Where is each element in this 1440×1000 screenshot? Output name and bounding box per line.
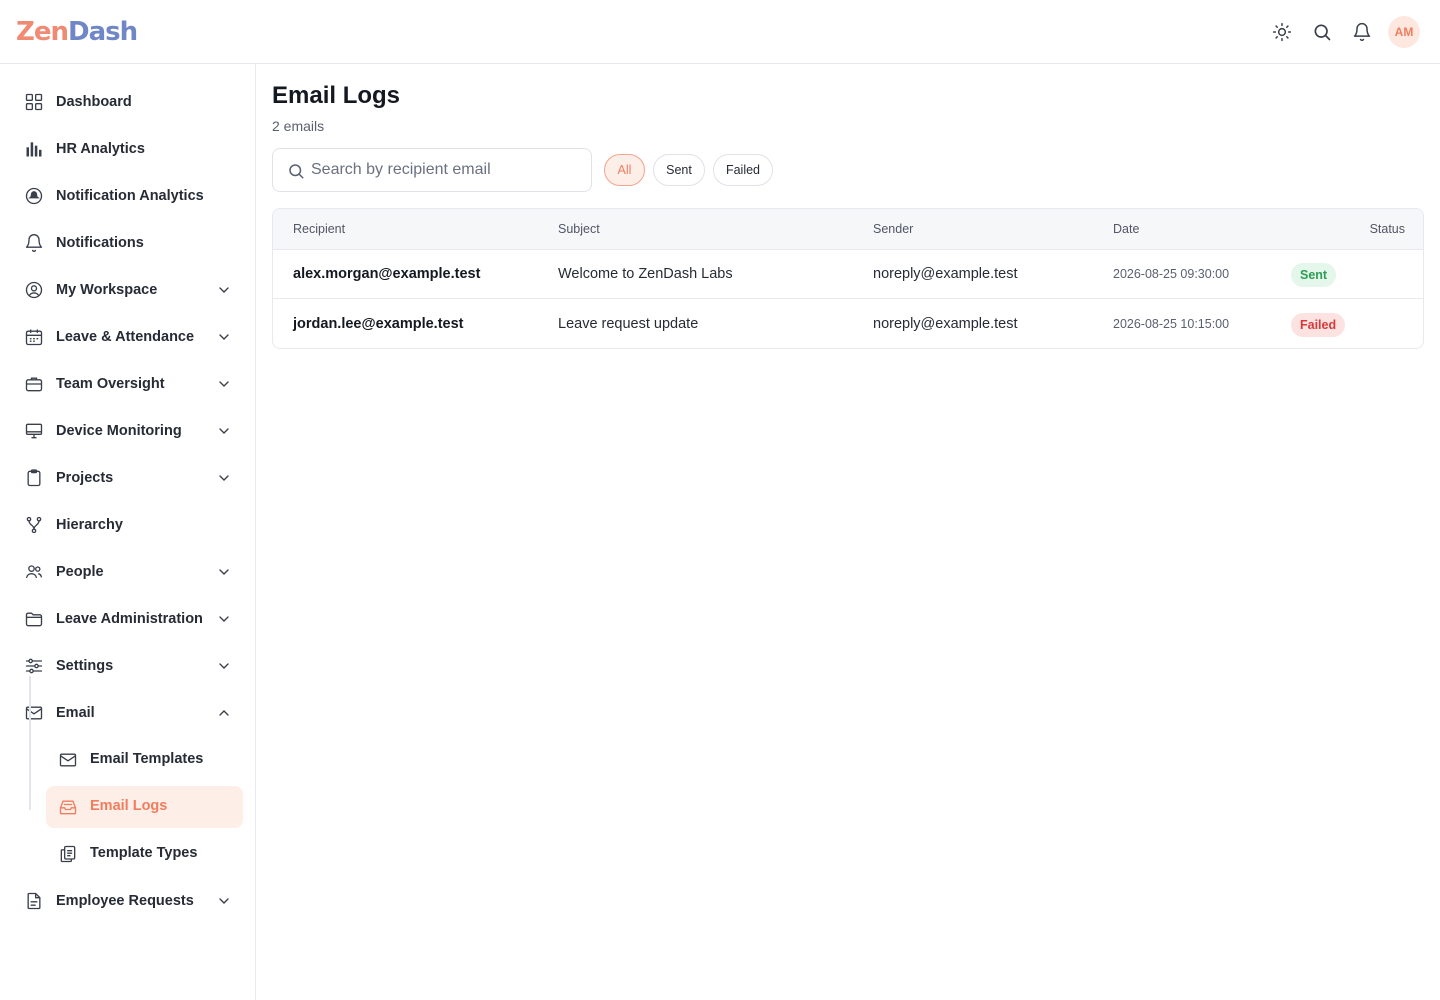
sidebar-subitem-label: Template Types <box>90 845 198 861</box>
chevron-down-icon <box>219 475 229 481</box>
calendar-icon <box>25 329 43 346</box>
date-cell: 2026-08-25 09:30:00 <box>1113 267 1230 281</box>
sidebar-item-my-workspace[interactable]: My Workspace <box>16 269 242 311</box>
sidebar-item-label: Projects <box>56 470 114 486</box>
briefcase-icon <box>25 377 43 392</box>
submenu-guide-line <box>29 676 31 810</box>
copy-icon <box>60 845 76 863</box>
sidebar-item-hierarchy[interactable]: Hierarchy <box>16 504 242 546</box>
status-badge: Failed <box>1291 313 1346 337</box>
sidebar-item-leave-administration[interactable]: Leave Administration <box>16 598 242 640</box>
sidebar-item-hr-analytics[interactable]: HR Analytics <box>16 128 242 170</box>
clipboard-icon <box>27 469 41 487</box>
chevron-down-icon <box>219 616 229 622</box>
sender-cell: noreply@example.test <box>873 266 1018 282</box>
sidebar-item-label: Hierarchy <box>56 517 123 533</box>
sidebar-item-employee-requests[interactable]: Employee Requests <box>16 880 242 922</box>
sidebar-item-dashboard[interactable]: Dashboard <box>16 81 242 123</box>
sidebar-item-label: Notification Analytics <box>56 188 204 204</box>
chevron-down-icon <box>219 428 229 434</box>
column-header-sender[interactable]: Sender <box>873 222 913 236</box>
sidebar-subitem-label: Email Logs <box>90 798 168 814</box>
sender-cell: noreply@example.test <box>873 316 1018 332</box>
sidebar-item-label: Leave Administration <box>56 611 203 627</box>
chevron-down-icon <box>219 381 229 387</box>
sidebar-item-device-monitoring[interactable]: Device Monitoring <box>16 410 242 452</box>
sidebar-item-label: Employee Requests <box>56 893 194 909</box>
chevron-down-icon <box>219 334 229 340</box>
date-cell: 2026-08-25 10:15:00 <box>1113 317 1230 331</box>
sidebar-item-label: Device Monitoring <box>56 423 182 439</box>
sidebar-item-label: My Workspace <box>56 282 158 298</box>
filter-failed-button[interactable]: Failed <box>713 154 773 186</box>
subject-cell: Leave request update <box>558 316 699 332</box>
app-logo[interactable]: ZenDash <box>16 14 138 50</box>
sidebar-subitem-email-templates[interactable]: Email Templates <box>46 739 243 781</box>
column-header-recipient[interactable]: Recipient <box>293 222 345 236</box>
chevron-down-icon <box>219 898 229 904</box>
sidebar-item-team-oversight[interactable]: Team Oversight <box>16 363 242 405</box>
sidebar-subitem-template-types[interactable]: Template Types <box>46 833 243 875</box>
table-header: Recipient Subject Sender Date Status <box>273 209 1423 250</box>
filter-all-button[interactable]: All <box>604 154 645 186</box>
recipient-cell: alex.morgan@example.test <box>293 266 481 282</box>
sidebar-item-leave-attendance[interactable]: Leave & Attendance <box>16 316 242 358</box>
search-icon <box>289 164 304 179</box>
chevron-down-icon <box>219 663 229 669</box>
users-icon <box>25 565 43 579</box>
grid-icon <box>25 93 43 111</box>
sliders-icon <box>25 658 43 674</box>
column-header-date[interactable]: Date <box>1113 222 1139 236</box>
status-badge: Sent <box>1291 263 1337 287</box>
column-header-status[interactable]: Status <box>1370 222 1405 236</box>
sidebar-item-label: Leave & Attendance <box>56 329 195 345</box>
top-header: ZenDash AM <box>0 0 1440 64</box>
sidebar-item-notification-analytics[interactable]: Notification Analytics <box>16 175 242 217</box>
bar-chart-icon <box>26 142 42 157</box>
notification-badge-icon <box>25 187 43 205</box>
search-box <box>272 148 592 192</box>
bell-icon <box>25 234 43 252</box>
search-icon[interactable] <box>1308 18 1336 46</box>
sidebar-item-label: Team Oversight <box>56 376 165 392</box>
subject-cell: Welcome to ZenDash Labs <box>558 266 733 282</box>
email-logs-table: Recipient Subject Sender Date Status ale… <box>272 208 1424 349</box>
sidebar-item-label: People <box>56 564 104 580</box>
sidebar-item-notifications[interactable]: Notifications <box>16 222 242 264</box>
monitor-icon <box>25 423 43 439</box>
sidebar-subitem-email-logs[interactable]: Email Logs <box>46 786 243 828</box>
user-avatar[interactable]: AM <box>1388 16 1420 48</box>
sidebar-item-label: Email <box>56 705 95 721</box>
column-header-subject[interactable]: Subject <box>558 222 600 236</box>
table-row[interactable]: alex.morgan@example.test Welcome to ZenD… <box>273 250 1423 299</box>
sidebar-item-label: Settings <box>56 658 114 674</box>
document-icon <box>27 892 41 910</box>
search-input[interactable] <box>311 149 581 191</box>
theme-toggle-sun-icon[interactable] <box>1268 18 1296 46</box>
page-title: Email Logs <box>272 82 401 109</box>
email-count: 2 emails <box>272 118 325 134</box>
recipient-cell: jordan.lee@example.test <box>293 316 464 332</box>
sidebar-item-label: Dashboard <box>56 94 132 110</box>
chevron-down-icon <box>219 569 229 575</box>
folder-icon <box>25 612 43 627</box>
filter-sent-button[interactable]: Sent <box>653 154 705 186</box>
sidebar-subitem-label: Email Templates <box>90 751 204 767</box>
chevron-up-icon <box>219 710 229 716</box>
sidebar-item-settings[interactable]: Settings <box>16 645 242 687</box>
mail-icon <box>25 706 43 720</box>
sidebar-item-projects[interactable]: Projects <box>16 457 242 499</box>
table-row[interactable]: jordan.lee@example.test Leave request up… <box>273 300 1423 348</box>
sidebar-item-email[interactable]: Email <box>16 692 242 734</box>
inbox-icon <box>59 800 77 815</box>
user-circle-icon <box>25 281 43 299</box>
mail-icon <box>59 753 77 767</box>
fork-icon <box>26 516 42 534</box>
sidebar-item-label: HR Analytics <box>56 141 145 157</box>
bell-icon[interactable] <box>1348 18 1376 46</box>
sidebar-item-label: Notifications <box>56 235 144 251</box>
sidebar-item-people[interactable]: People <box>16 551 242 593</box>
chevron-down-icon <box>219 287 229 293</box>
